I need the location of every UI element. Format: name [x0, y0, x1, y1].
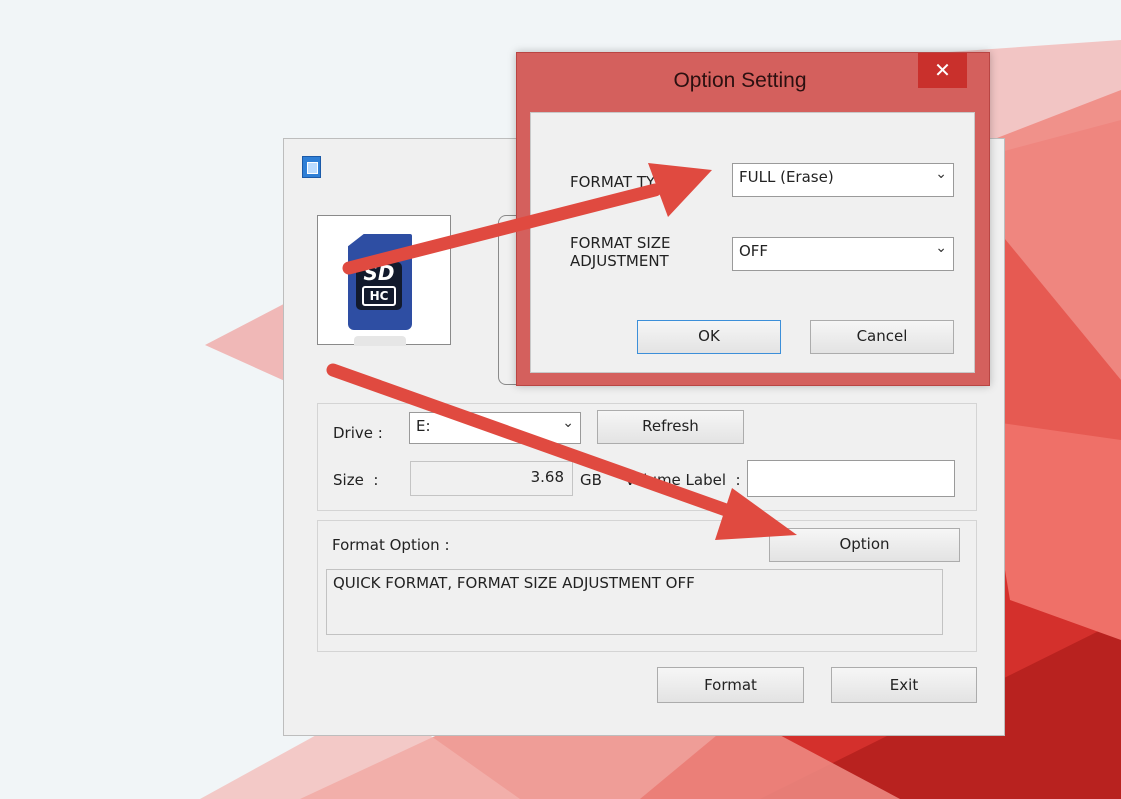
- size-label: Size :: [333, 471, 379, 489]
- drive-label: Drive :: [333, 424, 383, 442]
- drive-group: Drive : E: ⌄ Refresh Size : 3.68 GB Volu…: [317, 403, 977, 511]
- close-icon: ✕: [934, 58, 951, 82]
- option-button[interactable]: Option: [769, 528, 960, 562]
- volume-label-label: Volume Label :: [625, 471, 741, 489]
- ok-button[interactable]: OK: [637, 320, 781, 354]
- drive-select[interactable]: E: ⌄: [409, 412, 581, 444]
- dialog-body: FORMAT TYPE FULL (Erase) ⌄ FORMAT SIZE A…: [530, 112, 975, 373]
- format-size-value: OFF: [739, 242, 769, 260]
- size-unit: GB: [580, 471, 602, 489]
- sd-card-stub: [354, 336, 406, 346]
- format-size-select[interactable]: OFF ⌄: [732, 237, 954, 271]
- drive-select-value: E:: [416, 417, 431, 435]
- exit-button[interactable]: Exit: [831, 667, 977, 703]
- app-icon: [302, 156, 321, 178]
- sd-card-icon: SD HC: [347, 233, 412, 330]
- option-setting-dialog: Option Setting ✕ FORMAT TYPE FULL (Erase…: [516, 52, 990, 386]
- chevron-down-icon: ⌄: [562, 415, 574, 431]
- volume-label-input[interactable]: [747, 460, 955, 497]
- chevron-down-icon: ⌄: [935, 240, 947, 256]
- close-button[interactable]: ✕: [918, 53, 967, 88]
- format-size-label-line1: FORMAT SIZE: [570, 234, 671, 252]
- format-option-label: Format Option :: [332, 536, 450, 554]
- cancel-button[interactable]: Cancel: [810, 320, 954, 354]
- sd-logo-text: SD: [363, 261, 395, 285]
- format-type-value: FULL (Erase): [739, 168, 834, 186]
- format-size-label-line2: ADJUSTMENT: [570, 252, 669, 270]
- format-type-label: FORMAT TYPE: [570, 173, 674, 191]
- dialog-title: Option Setting: [673, 69, 807, 92]
- size-field: 3.68: [410, 461, 573, 496]
- size-value: 3.68: [530, 468, 564, 486]
- hc-logo-text: HC: [362, 286, 396, 306]
- refresh-button[interactable]: Refresh: [597, 410, 744, 444]
- format-type-select[interactable]: FULL (Erase) ⌄: [732, 163, 954, 197]
- format-button[interactable]: Format: [657, 667, 804, 703]
- format-option-group: Format Option : Option QUICK FORMAT, FOR…: [317, 520, 977, 652]
- chevron-down-icon: ⌄: [935, 166, 947, 182]
- format-option-text: QUICK FORMAT, FORMAT SIZE ADJUSTMENT OFF: [326, 569, 943, 635]
- card-image-box: SD HC: [317, 215, 451, 346]
